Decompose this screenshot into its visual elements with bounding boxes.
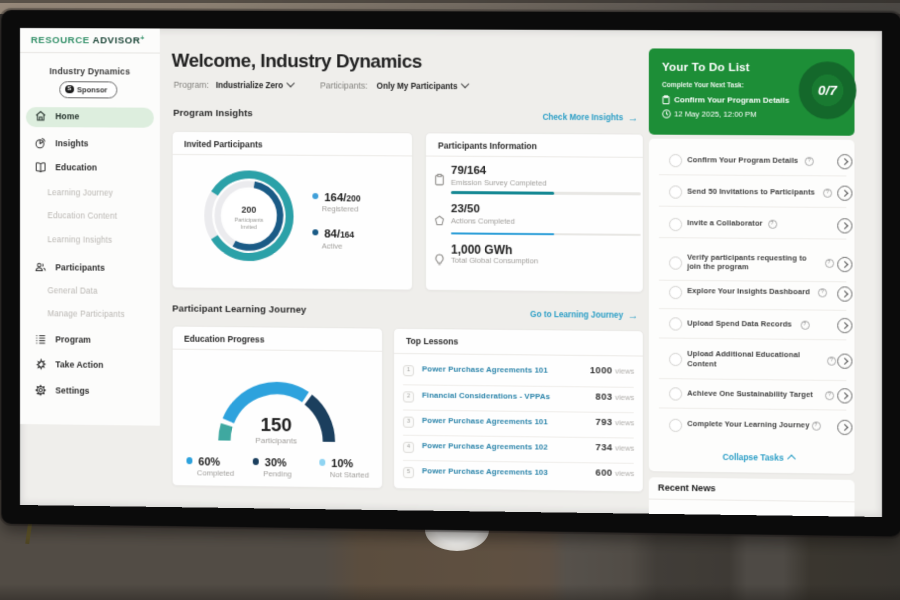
- svg-text:0/7: 0/7: [818, 83, 838, 99]
- svg-text:Participants: Participants: [234, 218, 263, 224]
- svg-text:200: 200: [241, 205, 256, 215]
- svg-text:Invited: Invited: [240, 225, 256, 231]
